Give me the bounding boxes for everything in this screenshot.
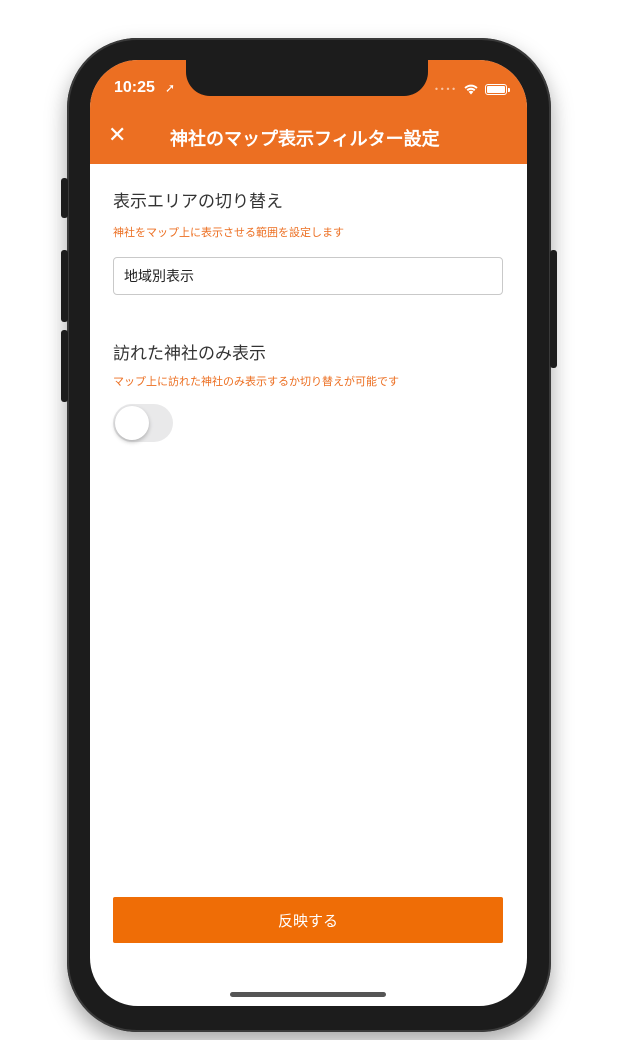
notch [186,60,428,96]
battery-icon [485,84,510,95]
display-area-title: 表示エリアの切り替え [113,192,283,212]
display-area-description: 神社をマップ上に表示させる範囲を設定します [113,226,344,239]
page-title: 神社のマップ表示フィルター設定 [170,129,440,150]
status-icons: •••• [434,80,510,99]
location-arrow-icon: ➚ [165,81,176,95]
visited-only-description: マップ上に訪れた神社のみ表示するか切り替えが可能です [113,375,399,388]
volume-down-button [61,330,68,402]
wifi-icon [463,80,479,99]
home-indicator [230,992,386,997]
apply-button-label: 反映する [277,911,338,930]
app-screen: 10:25 ➚ •••• ✕ 神社のマップ表示フィルター設定 表示エリアの切り替… [90,60,527,1006]
power-button [550,250,557,368]
close-button[interactable]: ✕ [108,124,126,148]
signal-dots-icon: •••• [434,85,457,94]
volume-up-button [61,250,68,322]
toggle-knob [115,406,149,440]
app-header: 10:25 ➚ •••• ✕ 神社のマップ表示フィルター設定 [90,60,527,164]
visited-only-toggle[interactable] [113,404,173,442]
mute-switch [61,178,68,218]
display-area-select[interactable]: 地域別表示 [113,257,503,295]
display-area-select-value: 地域別表示 [124,269,194,285]
visited-only-title: 訪れた神社のみ表示 [113,344,266,364]
status-time: 10:25 [114,79,155,96]
apply-button[interactable]: 反映する [113,897,503,943]
